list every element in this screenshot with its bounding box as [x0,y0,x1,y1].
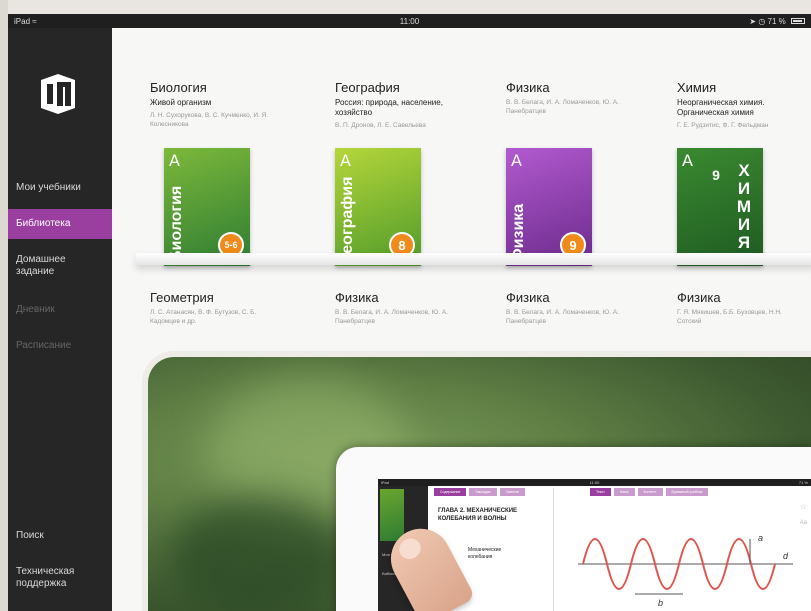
mini-book-cover [380,489,404,541]
mini-side-icons: ☆ Aa [800,499,807,531]
book-title: Биология [150,80,207,95]
book-authors: В. П. Дронов, Л. Е. Савельева [335,122,426,129]
cover-title: География [339,176,356,262]
alarm-icon: ◷ [758,16,766,26]
book-authors: В. В. Белага, И. А. Ломаченков, Ю. А. Па… [506,309,619,325]
book-title: Физика [335,290,379,305]
status-device-label: iPad ≈ [14,16,37,26]
book-cover-biology[interactable]: A Биология 5-6 [164,148,250,266]
mini-tabs-right: Текст Мини Контент Бумажный учебник [590,488,709,496]
sidebar-item-my-textbooks[interactable]: Мои учебники [8,182,112,194]
status-time: 11:00 [399,16,420,26]
book-authors: Г. Я. Мякишев, Б.Б. Буховцев, Н.Н. Сотск… [677,309,782,325]
status-bar: iPad ≈ 11:00 ➤ ◷ 71 % [8,14,811,28]
mini-status-bar: iPad 11:00 71 % [378,479,811,486]
star-icon: ☆ [799,502,807,511]
book-card[interactable]: Физика Г. Я. Мякишев, Б.Б. Буховцев, Н.Н… [677,290,811,326]
mini-tabs-left: Содержание Закладки Заметки [434,488,526,496]
book-title: Химия [677,80,717,95]
book-card[interactable]: Физика В. В. Белага, И. А. Ломаченков, Ю… [506,290,666,326]
book-title: География [335,80,400,95]
battery-percent: 71 % [767,16,786,26]
bookshelf [136,253,811,265]
sidebar-item-diary[interactable]: Дневник [8,304,112,316]
cover-letter: A [682,151,693,170]
mini-tab: Мини [613,488,635,496]
font-size-icon: Aa [799,520,807,526]
mini-tab: Закладки [469,488,497,496]
book-authors: В. В. Белага, И. А. Ломаченков, Ю. А. Па… [506,99,619,115]
sidebar-item-support[interactable]: Техническая поддержка [8,566,98,590]
grade-badge: 9 [712,167,720,183]
mini-section-title: Механические колебания [468,547,502,560]
book-card[interactable]: Физика В. В. Белага, И. А. Ломаченков, Ю… [506,80,666,116]
status-right: ➤ ◷ 71 % [555,17,805,26]
book-card[interactable]: Биология Живой организм Л. Н. Сухорукова… [150,80,310,129]
mini-tab: Содержание [434,488,467,496]
sidebar-item-search[interactable]: Поиск [8,530,112,542]
book-card[interactable]: Геометрия Л. С. Атанасян, В. Ф. Бутузов,… [150,290,310,326]
battery-icon [791,18,805,25]
book-subtitle: Живой организм [150,98,212,107]
cover-letter: A [511,151,522,170]
book-card[interactable]: Химия Неорганическая химия. Органическая… [677,80,811,130]
promo-photo: iPad 11:00 71 % Мои учебники Библиотека … [148,357,811,611]
cover-title: Х И М И Я [736,161,752,252]
mini-tab: Текст [590,488,611,496]
location-icon: ➤ [749,16,757,26]
sidebar-item-schedule[interactable]: Расписание [8,340,112,352]
svg-text:a: a [758,533,763,543]
book-cover-chemistry[interactable]: A Х И М И Я 9 [677,148,763,266]
book-card[interactable]: География Россия: природа, население, хо… [335,80,495,130]
book-title: Физика [506,290,550,305]
book-title: Физика [506,80,550,95]
mini-tab: Бумажный учебник [665,488,709,496]
mini-tab: Контент [637,488,663,496]
device-frame: iPad ≈ 11:00 ➤ ◷ 71 % Мои учебники Библи… [0,0,811,611]
svg-text:b: b [658,598,663,608]
book-authors: Л. Н. Сухорукова, В. С. Кучменко, И. Я. … [150,112,269,128]
book-cover-geography[interactable]: A География 8 [335,148,421,266]
book-card[interactable]: Физика В. В. Белага, И. А. Ломаченков, Ю… [335,290,495,326]
book-subtitle: Неорганическая химия. Органическая химия [677,98,765,117]
mini-tab: Заметки [499,488,526,496]
svg-text:d: d [783,551,789,561]
publisher-logo-icon [41,74,75,114]
sidebar-item-homework[interactable]: Домашнее задание [8,254,88,278]
book-subtitle: Россия: природа, население, хозяйство [335,98,443,117]
sidebar: Мои учебники Библиотека Домашнее задание… [8,28,112,611]
book-authors: Л. С. Атанасян, В. Ф. Бутузов, С. Б. Кад… [150,309,257,325]
wave-diagram: a b d [578,533,793,608]
wifi-icon: ≈ [32,16,37,26]
book-title: Геометрия [150,290,214,305]
cover-title: Биология [168,185,185,262]
cover-letter: A [340,151,351,170]
book-authors: В. В. Белага, И. А. Ломаченков, Ю. А. Па… [335,309,448,325]
device-edge [0,0,8,611]
book-cover-physics[interactable]: A Физика 9 [506,148,592,266]
sidebar-item-library[interactable]: Библиотека [8,209,112,239]
mini-chapter-title: ГЛАВА 2. МЕХАНИЧЕСКИЕ КОЛЕБАНИЯ И ВОЛНЫ [438,508,518,522]
book-title: Физика [677,290,721,305]
cover-letter: A [169,151,180,170]
book-authors: Г. Е. Рудзитис, Ф. Г. Фельдман [677,122,769,129]
